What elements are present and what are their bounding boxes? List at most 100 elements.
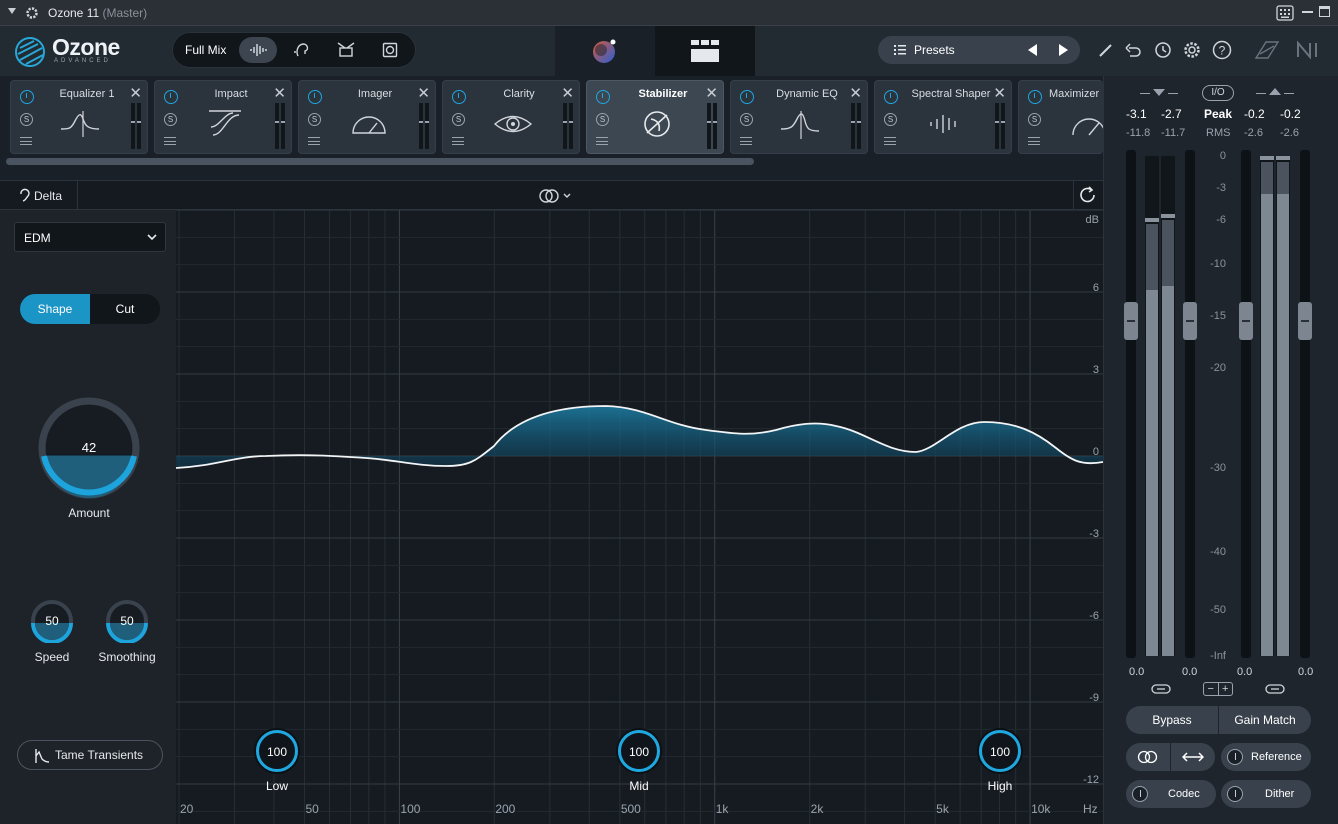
stereo-monitor-button[interactable] <box>1126 743 1170 771</box>
reference-button[interactable]: Reference <box>1221 743 1311 771</box>
minimize-button[interactable] <box>1302 11 1313 13</box>
history-icon[interactable] <box>1152 40 1172 60</box>
module-name: Clarity <box>503 88 535 100</box>
help-icon[interactable]: ? <box>1212 40 1232 60</box>
solo-icon[interactable]: S <box>452 113 465 126</box>
keyboard-icon[interactable] <box>1276 4 1294 22</box>
codec-button[interactable]: Codec <box>1126 780 1216 808</box>
high-band-handle[interactable]: 100 <box>979 730 1021 772</box>
mix-mode-group: Full Mix <box>172 32 416 68</box>
gear-icon[interactable] <box>24 5 40 21</box>
reference-label: Reference <box>1251 751 1302 763</box>
module-menu-icon[interactable] <box>164 137 176 145</box>
module-power-icon[interactable] <box>308 90 322 104</box>
shape-mode-button[interactable]: Shape <box>20 294 90 324</box>
reset-icon[interactable] <box>1078 185 1098 205</box>
solo-icon[interactable]: S <box>20 113 33 126</box>
cut-mode-button[interactable]: Cut <box>90 294 160 324</box>
module-power-icon[interactable] <box>164 90 178 104</box>
tame-transients-button[interactable]: Tame Transients <box>17 740 163 770</box>
module-menu-icon[interactable] <box>1028 137 1040 145</box>
module-slot-imager[interactable]: Imager S ✕ <box>298 80 436 154</box>
module-power-icon[interactable] <box>20 90 34 104</box>
output-left-fader[interactable] <box>1239 302 1253 340</box>
module-slot-spectral-shaper[interactable]: Spectral Shaper S ✕ <box>874 80 1012 154</box>
output-link-icon[interactable] <box>1265 683 1285 695</box>
low-band-handle[interactable]: 100 <box>256 730 298 772</box>
output-right-fader[interactable] <box>1298 302 1312 340</box>
gain-step-control[interactable]: − + <box>1203 682 1233 696</box>
amount-knob[interactable]: 42 <box>38 397 140 499</box>
delta-button[interactable]: Delta <box>18 188 62 203</box>
close-icon[interactable]: ✕ <box>129 84 142 102</box>
module-slot-impact[interactable]: Impact S ✕ <box>154 80 292 154</box>
maximize-button[interactable] <box>1319 6 1330 17</box>
module-menu-icon[interactable] <box>308 137 320 145</box>
stereo-mode-icon[interactable] <box>538 187 574 205</box>
bypass-button[interactable]: Bypass <box>1126 706 1218 734</box>
input-link-icon[interactable] <box>1151 683 1171 695</box>
full-mix-label[interactable]: Full Mix <box>185 43 226 57</box>
presets-button[interactable]: Presets <box>914 43 955 57</box>
module-menu-icon[interactable] <box>740 137 752 145</box>
instrument-mode-button[interactable] <box>371 37 409 63</box>
close-icon[interactable]: ✕ <box>273 84 286 102</box>
module-slot-maximizer[interactable]: Maximizer S <box>1018 80 1103 154</box>
close-icon[interactable]: ✕ <box>417 84 430 102</box>
module-menu-icon[interactable] <box>20 137 32 145</box>
close-icon[interactable]: ✕ <box>849 84 862 102</box>
module-slot-dynamic-eq[interactable]: Dynamic EQ S ✕ <box>730 80 868 154</box>
solo-icon[interactable]: S <box>308 113 321 126</box>
module-slot-stabilizer[interactable]: Stabilizer S ✕ <box>586 80 724 154</box>
pen-icon[interactable] <box>1098 42 1114 58</box>
window-title: Ozone 11 (Master) <box>48 6 148 20</box>
solo-icon[interactable]: S <box>884 113 897 126</box>
preset-prev-icon[interactable] <box>1028 44 1037 56</box>
vocal-mode-button[interactable] <box>283 37 321 63</box>
module-power-icon[interactable] <box>884 90 898 104</box>
hz-tick-label: 50 <box>305 802 319 816</box>
module-power-icon[interactable] <box>596 90 610 104</box>
swap-channels-button[interactable] <box>1171 743 1215 771</box>
close-icon[interactable]: ✕ <box>561 84 574 102</box>
input-left-fader[interactable] <box>1124 302 1138 340</box>
io-toggle[interactable]: I/O <box>1202 85 1234 101</box>
full-mix-button[interactable] <box>239 37 277 63</box>
output-gain-left[interactable]: 0.0 <box>1237 666 1252 678</box>
solo-icon[interactable]: S <box>740 113 753 126</box>
gain-match-button[interactable]: Gain Match <box>1219 706 1311 734</box>
module-menu-icon[interactable] <box>884 137 896 145</box>
mid-band-handle[interactable]: 100 <box>618 730 660 772</box>
module-menu-icon[interactable] <box>596 137 608 145</box>
modules-tab[interactable] <box>655 26 755 76</box>
collapse-arrow-icon[interactable] <box>8 8 16 14</box>
target-preset-dropdown[interactable]: EDM <box>14 222 166 252</box>
solo-icon[interactable]: S <box>596 113 609 126</box>
output-gain-right[interactable]: 0.0 <box>1298 666 1313 678</box>
module-menu-icon[interactable] <box>452 137 464 145</box>
module-chain-scrollbar[interactable] <box>6 158 754 165</box>
dither-button[interactable]: Dither <box>1221 780 1311 808</box>
input-gain-right[interactable]: 0.0 <box>1182 666 1197 678</box>
assistant-tab-icon[interactable] <box>589 36 619 66</box>
solo-icon[interactable]: S <box>1028 113 1041 126</box>
input-gain-left[interactable]: 0.0 <box>1129 666 1144 678</box>
undo-icon[interactable] <box>1124 41 1142 59</box>
module-slot-equalizer[interactable]: Equalizer 1 S ✕ <box>10 80 148 154</box>
preset-next-icon[interactable] <box>1059 44 1068 56</box>
eq-display[interactable]: 100 Low 100 Mid 100 High dB 6 3 0 -3 -6 -9 -12 2… <box>176 210 1103 824</box>
smoothing-knob[interactable]: 50 <box>105 599 149 644</box>
settings-gear-icon[interactable] <box>1182 40 1202 60</box>
module-slot-clarity[interactable]: Clarity S ✕ <box>442 80 580 154</box>
speed-knob[interactable]: 50 <box>30 599 74 644</box>
module-power-icon[interactable] <box>740 90 754 104</box>
close-icon[interactable]: ✕ <box>993 84 1006 102</box>
close-icon[interactable]: ✕ <box>705 84 718 102</box>
solo-icon[interactable]: S <box>164 113 177 126</box>
module-power-icon[interactable] <box>1028 90 1042 104</box>
input-collapse-icon[interactable] <box>1153 89 1165 96</box>
module-power-icon[interactable] <box>452 90 466 104</box>
output-collapse-icon[interactable] <box>1269 88 1281 95</box>
drum-mode-button[interactable] <box>327 37 365 63</box>
high-band-value: 100 <box>989 745 1011 759</box>
